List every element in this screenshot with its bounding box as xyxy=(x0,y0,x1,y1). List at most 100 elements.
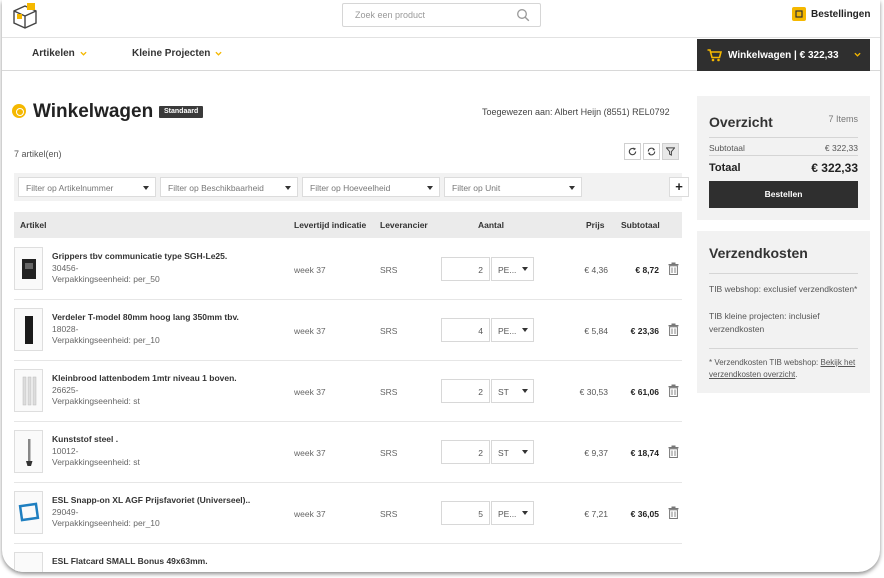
shipping-panel: Verzendkosten TIB webshop: exclusief ver… xyxy=(697,231,870,393)
product-pack: Verpakkingseenheid: per_10 xyxy=(52,518,160,528)
product-name[interactable]: Kleinbrood lattenbodem 1mtr niveau 1 bov… xyxy=(52,373,237,383)
euro-coin-icon xyxy=(12,104,26,118)
overview-panel: Overzicht 7 Items Subtotaal € 322,33 Tot… xyxy=(697,96,870,220)
unit-value: PE... xyxy=(498,509,517,519)
refresh-button[interactable] xyxy=(624,143,641,160)
total-label: Totaal xyxy=(709,162,741,174)
quantity-input[interactable]: 2 xyxy=(441,257,490,281)
chevron-down-icon xyxy=(215,51,222,56)
product-thumbnail[interactable] xyxy=(14,552,43,572)
filter-quantity[interactable]: Filter op Hoeveelheid xyxy=(302,177,440,197)
product-thumbnail[interactable] xyxy=(14,369,43,412)
col-supplier[interactable]: Leverancier xyxy=(380,220,428,230)
subtotal-value: € 322,33 xyxy=(824,143,858,153)
product-pack: Verpakkingseenheid: st xyxy=(52,457,140,467)
unit-select[interactable]: ST xyxy=(491,440,534,464)
trash-icon[interactable] xyxy=(668,262,679,275)
product-name[interactable]: Grippers tbv communicatie type SGH-Le25. xyxy=(52,251,227,261)
supplier: SRS xyxy=(380,387,398,397)
divider xyxy=(709,348,858,349)
filter-availability[interactable]: Filter op Beschikbaarheid xyxy=(160,177,298,197)
quantity-input[interactable]: 4 xyxy=(441,318,490,342)
product-name[interactable]: ESL Flatcard SMALL Bonus 49x63mm. xyxy=(52,556,208,566)
col-article[interactable]: Artikel xyxy=(20,220,46,230)
caret-down-icon xyxy=(427,186,433,190)
trash-icon[interactable] xyxy=(668,384,679,397)
refresh-icon xyxy=(628,147,637,156)
caret-down-icon xyxy=(522,267,528,271)
search-icon[interactable] xyxy=(516,8,530,22)
shipping-note-text: * Verzendkosten TIB webshop: xyxy=(709,358,821,367)
nav-item-artikelen[interactable]: Artikelen xyxy=(32,48,87,59)
cart-button[interactable]: Winkelwagen | € 322,33 xyxy=(697,39,870,71)
nav-item-kleine-projecten[interactable]: Kleine Projecten xyxy=(132,48,222,59)
table-tools xyxy=(624,143,679,160)
lead-time: week 37 xyxy=(294,387,326,397)
col-lead-time[interactable]: Levertijd indicatie xyxy=(294,220,366,230)
filter-button[interactable] xyxy=(662,143,679,160)
product-thumbnail[interactable] xyxy=(14,491,43,534)
quantity-input[interactable]: 5 xyxy=(441,501,490,525)
unit-select[interactable]: PE... xyxy=(491,257,534,281)
caret-down-icon xyxy=(522,511,528,515)
product-thumbnail[interactable] xyxy=(14,247,43,290)
trash-icon[interactable] xyxy=(668,506,679,519)
status-badge: Standaard xyxy=(159,106,204,118)
product-image xyxy=(21,258,36,279)
logo-icon[interactable] xyxy=(12,2,38,30)
subtotal: € 18,74 xyxy=(630,448,659,458)
filter-label: Filter op Hoeveelheid xyxy=(310,183,391,193)
cart-label: Winkelwagen | € 322,33 xyxy=(728,49,839,61)
orders-link[interactable]: Bestellingen xyxy=(792,7,870,21)
col-subtotal[interactable]: Subtotaal xyxy=(621,220,660,230)
nav-item-label: Artikelen xyxy=(32,48,75,59)
shipping-note: * Verzendkosten TIB webshop: Bekijk het … xyxy=(709,357,861,381)
unit-select[interactable]: PE... xyxy=(491,318,534,342)
divider xyxy=(709,155,858,156)
product-name[interactable]: Verdeler T-model 80mm hoog lang 350mm tb… xyxy=(52,312,239,322)
price: € 7,21 xyxy=(584,509,608,519)
trash-icon[interactable] xyxy=(668,323,679,336)
product-code: 10012- xyxy=(52,446,79,456)
filter-article-number[interactable]: Filter op Artikelnummer xyxy=(18,177,156,197)
lead-time: week 37 xyxy=(294,326,326,336)
product-name[interactable]: Kunststof steel . xyxy=(52,434,118,444)
filter-label: Filter op Beschikbaarheid xyxy=(168,183,264,193)
orders-icon xyxy=(792,7,806,21)
product-thumbnail[interactable] xyxy=(14,308,43,351)
table-row: Verdeler T-model 80mm hoog lang 350mm tb… xyxy=(14,300,682,361)
subtotal-label: Subtotaal xyxy=(709,143,745,153)
table-row: Kunststof steel . 10012- Verpakkingseenh… xyxy=(14,422,682,483)
article-count: 7 artikel(en) xyxy=(14,149,62,159)
table-row: ESL Flatcard SMALL Bonus 49x63mm. xyxy=(14,544,682,572)
shipping-note-end: . xyxy=(795,370,798,379)
price: € 9,37 xyxy=(584,448,608,458)
price: € 5,84 xyxy=(584,326,608,336)
product-pack: Verpakkingseenheid: st xyxy=(52,396,140,406)
caret-down-icon xyxy=(143,186,149,190)
col-price[interactable]: Prijs xyxy=(586,220,604,230)
sync-button[interactable] xyxy=(643,143,660,160)
subtotal: € 8,72 xyxy=(635,265,659,275)
quantity-input[interactable]: 2 xyxy=(441,379,490,403)
product-name[interactable]: ESL Snapp-on XL AGF Prijsfavoriet (Unive… xyxy=(52,495,250,505)
divider xyxy=(709,137,858,138)
unit-select[interactable]: PE... xyxy=(491,501,534,525)
quantity-input[interactable]: 2 xyxy=(441,440,490,464)
chevron-down-icon xyxy=(854,52,861,57)
unit-value: PE... xyxy=(498,326,517,336)
add-filter-button[interactable]: + xyxy=(669,177,689,197)
col-quantity[interactable]: Aantal xyxy=(478,220,504,230)
table-header: Artikel Levertijd indicatie Leverancier … xyxy=(14,212,682,238)
unit-select[interactable]: ST xyxy=(491,379,534,403)
filter-label: Filter op Unit xyxy=(452,183,501,193)
filter-unit[interactable]: Filter op Unit xyxy=(444,177,582,197)
search-input[interactable] xyxy=(343,4,508,26)
chevron-down-icon xyxy=(80,51,87,56)
product-thumbnail[interactable] xyxy=(14,430,43,473)
trash-icon[interactable] xyxy=(668,445,679,458)
filter-icon xyxy=(666,147,675,156)
sync-icon xyxy=(647,147,656,156)
product-image xyxy=(22,376,36,405)
order-button[interactable]: Bestellen xyxy=(709,181,858,208)
